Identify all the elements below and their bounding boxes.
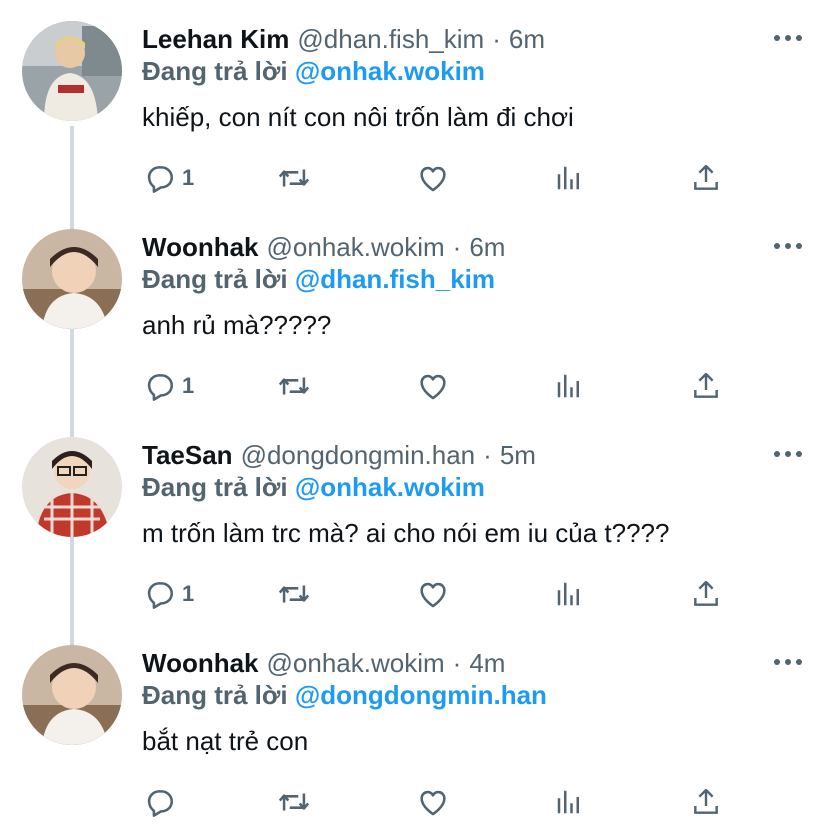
more-options-icon[interactable]	[774, 652, 802, 672]
replying-to-handle[interactable]: @dongdongmin.han	[295, 680, 547, 710]
retweet-button[interactable]	[276, 576, 312, 612]
tweet-actions: 1	[142, 368, 742, 404]
more-options-icon[interactable]	[774, 444, 802, 464]
analytics-icon	[557, 166, 579, 190]
timestamp[interactable]: 4m	[469, 648, 505, 678]
avatar[interactable]	[22, 21, 122, 121]
display-name[interactable]: Woonhak	[142, 648, 259, 679]
analytics-button[interactable]	[554, 160, 584, 196]
like-button[interactable]	[416, 784, 450, 820]
share-icon	[694, 788, 718, 814]
replying-to-label: Đang trả lời	[142, 472, 288, 502]
reply-icon	[147, 582, 174, 609]
replying-to: Đang trả lời @onhak.wokim	[142, 56, 485, 87]
like-button[interactable]	[416, 368, 450, 404]
tweet-text: m trốn làm trc mà? ai cho nói em iu của …	[142, 518, 670, 548]
share-button[interactable]	[690, 160, 722, 196]
share-button[interactable]	[690, 576, 722, 612]
reply-icon	[147, 166, 174, 193]
tweet-text: bắt nạt trẻ con	[142, 726, 309, 756]
replying-to: Đang trả lời @dhan.fish_kim	[142, 264, 495, 295]
share-button[interactable]	[690, 368, 722, 404]
analytics-icon	[557, 790, 579, 814]
timestamp[interactable]: 6m	[469, 232, 505, 262]
tweet-actions	[142, 784, 742, 820]
like-button[interactable]	[416, 160, 450, 196]
share-icon	[694, 580, 718, 606]
analytics-button[interactable]	[554, 368, 584, 404]
retweet-button[interactable]	[276, 160, 312, 196]
retweet-icon	[278, 793, 310, 811]
reply-button[interactable]: 1	[142, 368, 194, 404]
tweet-actions: 1	[142, 160, 742, 196]
tweet-reply[interactable]: TaeSan @dongdongmin.han · 5m Đang trả lời …	[0, 416, 828, 624]
display-name[interactable]: Woonhak	[142, 232, 259, 263]
like-icon	[420, 374, 446, 400]
like-button[interactable]	[416, 576, 450, 612]
share-button[interactable]	[690, 784, 722, 820]
separator-dot: ·	[452, 231, 462, 262]
tweet-text: khiếp, con nít con nôi trốn làm đi chơi	[142, 102, 574, 132]
user-handle[interactable]: @dongdongmin.han	[241, 440, 476, 470]
reply-button[interactable]	[142, 784, 182, 820]
separator-dot: ·	[492, 23, 501, 54]
like-icon	[420, 790, 446, 816]
share-icon	[694, 164, 718, 190]
analytics-icon	[557, 582, 579, 606]
replying-to-handle[interactable]: @onhak.wokim	[295, 56, 485, 86]
tweet-text: anh rủ mà?????	[142, 310, 332, 340]
retweet-icon	[278, 377, 310, 395]
display-name[interactable]: TaeSan	[142, 440, 233, 471]
replying-to-label: Đang trả lời	[142, 680, 288, 710]
like-icon	[420, 582, 446, 608]
avatar[interactable]	[22, 229, 122, 329]
reply-count: 1	[182, 581, 195, 606]
replying-to-label: Đang trả lời	[142, 56, 288, 86]
timestamp[interactable]: 6m	[509, 24, 545, 54]
replying-to-handle[interactable]: @dhan.fish_kim	[295, 264, 495, 294]
tweet-reply[interactable]: Leehan Kim @dhan.fish_kim · 6m Đang trả lờ…	[0, 0, 828, 208]
display-name[interactable]: Leehan Kim	[142, 24, 289, 55]
retweet-button[interactable]	[276, 784, 312, 820]
share-icon	[694, 372, 718, 398]
reply-count: 1	[182, 373, 195, 398]
analytics-button[interactable]	[554, 784, 584, 820]
more-options-icon[interactable]	[774, 236, 802, 256]
replying-to: Đang trả lời @dongdongmin.han	[142, 680, 547, 711]
replying-to-handle[interactable]: @onhak.wokim	[295, 472, 485, 502]
analytics-icon	[557, 374, 579, 398]
retweet-icon	[278, 169, 310, 187]
separator-dot: ·	[483, 439, 492, 470]
tweet-reply[interactable]: Woonhak @onhak.wokim · 4m Đang trả lời @do…	[0, 624, 828, 832]
more-options-icon[interactable]	[774, 28, 802, 48]
replying-to: Đang trả lời @onhak.wokim	[142, 472, 485, 503]
separator-dot: ·	[452, 647, 462, 678]
user-handle[interactable]: @onhak.wokim	[267, 648, 445, 678]
reply-count: 1	[182, 165, 195, 190]
avatar[interactable]	[22, 437, 122, 537]
retweet-icon	[278, 585, 310, 603]
retweet-button[interactable]	[276, 368, 312, 404]
reply-button[interactable]: 1	[142, 576, 194, 612]
user-handle[interactable]: @dhan.fish_kim	[297, 24, 484, 54]
reply-icon	[147, 374, 174, 401]
reply-icon	[147, 790, 174, 817]
analytics-button[interactable]	[554, 576, 584, 612]
timestamp[interactable]: 5m	[500, 440, 536, 470]
tweet-actions: 1	[142, 576, 742, 612]
tweet-reply[interactable]: Woonhak @onhak.wokim · 6m Đang trả lời @dh…	[0, 208, 828, 416]
like-icon	[420, 166, 446, 192]
reply-button[interactable]: 1	[142, 160, 194, 196]
user-handle[interactable]: @onhak.wokim	[267, 232, 445, 262]
avatar[interactable]	[22, 645, 122, 745]
replying-to-label: Đang trả lời	[142, 264, 288, 294]
